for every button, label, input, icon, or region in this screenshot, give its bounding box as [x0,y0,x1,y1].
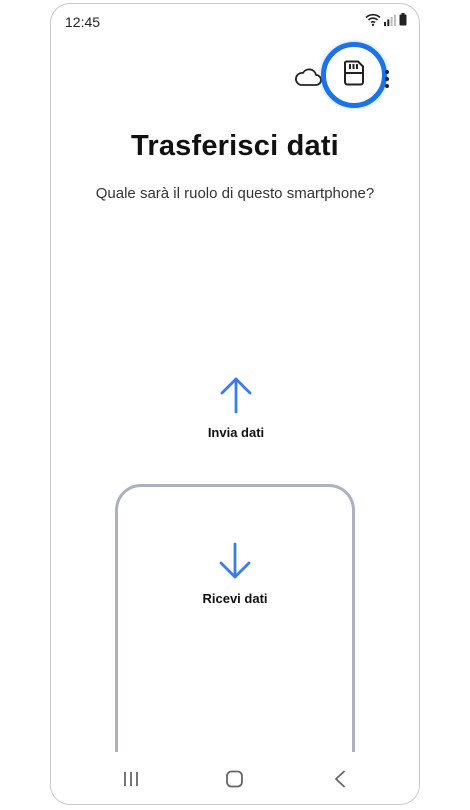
status-bar: 12:45 [51,4,419,40]
receive-data-label: Ricevi dati [202,591,268,606]
recents-icon [119,772,143,794]
cloud-icon [294,68,322,92]
arrow-up-icon [171,376,301,419]
battery-icon [399,13,407,31]
arrow-down-icon [118,542,352,585]
page-subtitle: Quale sarà il ruolo di questo smartphone… [95,185,375,202]
cloud-button[interactable] [294,66,322,88]
more-vert-icon [381,70,393,95]
wifi-icon [365,13,381,31]
back-icon [329,770,353,794]
signal-icon [384,13,396,31]
status-icons [365,13,407,31]
recents-button[interactable] [119,768,143,790]
receive-data-option[interactable]: Ricevi dati [118,542,352,606]
home-icon [223,770,247,794]
sd-card-icon [343,60,365,91]
back-button[interactable] [329,768,353,790]
send-data-option[interactable]: Invia dati [171,376,301,448]
status-time: 12:45 [65,14,101,30]
send-data-label: Invia dati [207,425,265,440]
page-title: Trasferisci dati [131,130,339,162]
phone-frame: 12:45 Trasferisci dati Quale sarà il ruo… [50,3,420,805]
navigation-bar [51,752,419,804]
sd-card-button[interactable] [321,42,387,108]
more-options-button[interactable] [381,67,393,91]
home-button[interactable] [223,768,247,790]
